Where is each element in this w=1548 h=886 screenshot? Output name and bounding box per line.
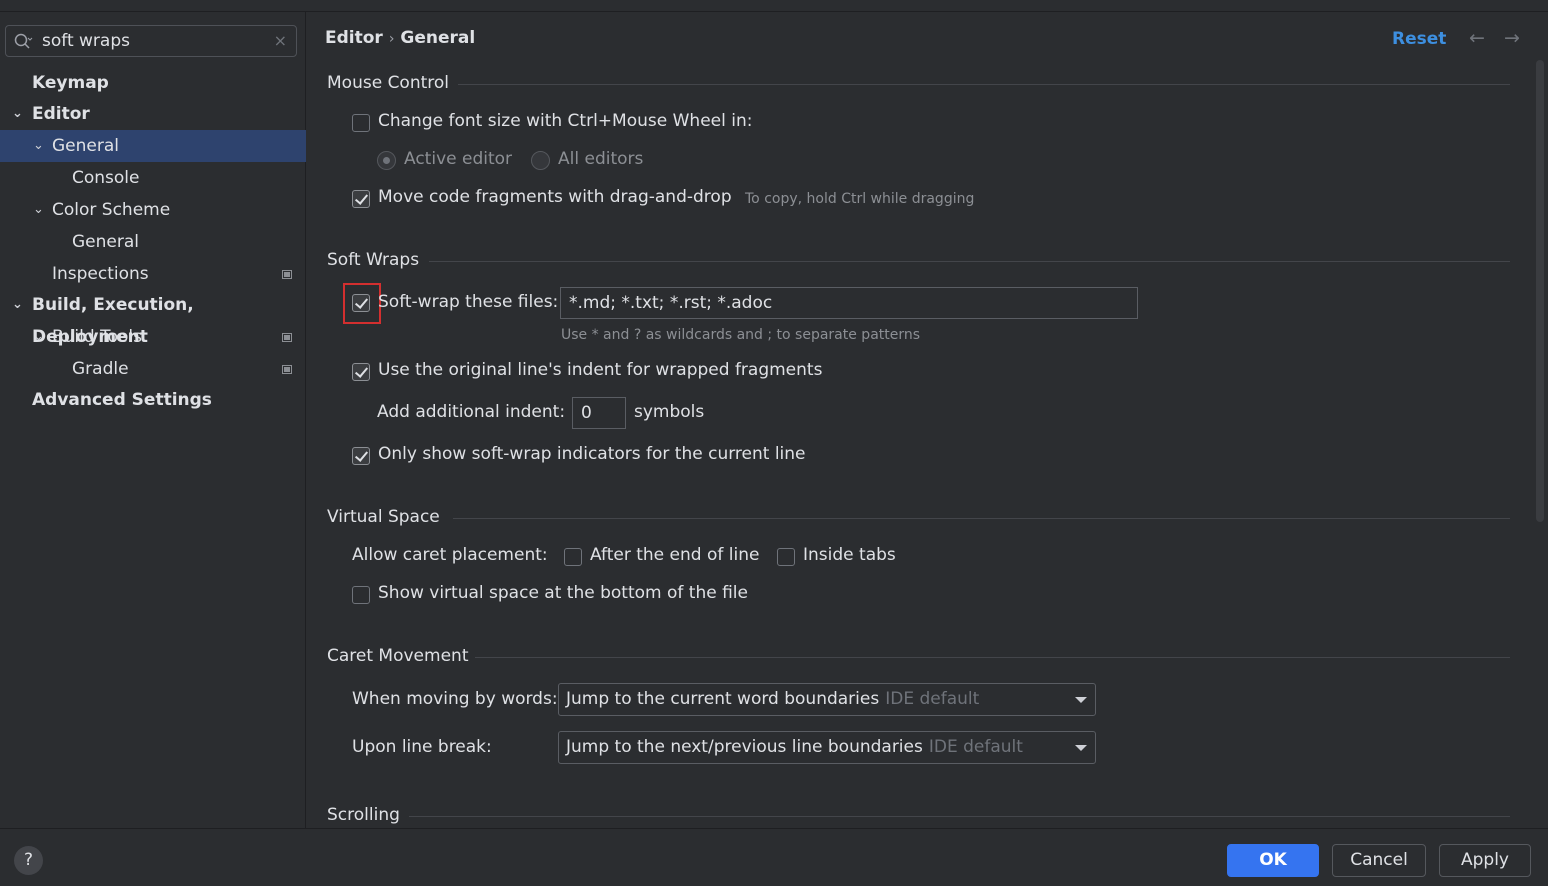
tree-item-label: Keymap xyxy=(32,73,109,93)
search-input[interactable]: soft wraps xyxy=(42,31,130,51)
tree-item-advanced-settings[interactable]: Advanced Settings xyxy=(0,384,306,416)
tree-item-label: Editor xyxy=(32,104,90,124)
indicators-checkbox[interactable] xyxy=(352,447,370,465)
font-size-wheel-checkbox[interactable] xyxy=(352,114,370,132)
line-break-dropdown[interactable]: Jump to the next/previous line boundarie… xyxy=(558,731,1096,764)
all-editors-label: All editors xyxy=(558,149,644,169)
chevron-down-icon[interactable]: ⌄ xyxy=(12,98,26,130)
section-divider xyxy=(409,816,1510,817)
section-title-mouse-control: Mouse Control xyxy=(327,73,450,93)
tree-item-gradle[interactable]: Gradle xyxy=(0,353,306,385)
breadcrumb-separator: › xyxy=(388,31,395,47)
caret-placement-label: Allow caret placement: xyxy=(352,545,548,565)
tree-item-label: Console xyxy=(72,168,140,188)
virtual-space-bottom-checkbox[interactable] xyxy=(352,586,370,604)
tree-item-label: Inspections xyxy=(52,264,149,284)
section-divider xyxy=(475,657,1510,658)
help-icon[interactable]: ? xyxy=(14,846,43,875)
additional-indent-input[interactable]: 0 xyxy=(572,397,626,429)
active-editor-label: Active editor xyxy=(404,149,513,169)
project-settings-icon xyxy=(282,333,292,342)
project-settings-icon xyxy=(282,270,292,279)
dropdown-arrow-icon xyxy=(1075,697,1087,703)
tree-item-console[interactable]: Console xyxy=(0,162,306,194)
tree-item-editor-general[interactable]: ⌄ General xyxy=(0,130,306,162)
tree-item-keymap[interactable]: Keymap xyxy=(0,67,306,99)
ok-button[interactable]: OK xyxy=(1227,844,1319,877)
breadcrumb: Editor › General xyxy=(325,28,475,48)
original-indent-label: Use the original line's indent for wrapp… xyxy=(378,360,823,380)
inside-tabs-checkbox[interactable] xyxy=(777,548,795,566)
font-size-wheel-label: Change font size with Ctrl+Mouse Wheel i… xyxy=(378,111,753,131)
apply-button[interactable]: Apply xyxy=(1439,844,1531,877)
soft-wrap-files-input[interactable]: *.md; *.txt; *.rst; *.adoc xyxy=(560,287,1138,319)
inside-tabs-label: Inside tabs xyxy=(803,545,896,565)
vertical-scrollbar[interactable] xyxy=(1536,60,1544,522)
tree-item-label: Advanced Settings xyxy=(32,390,212,410)
dialog-footer: ? OK Cancel Apply xyxy=(0,828,1548,886)
section-divider xyxy=(429,261,1510,262)
title-bar xyxy=(0,0,1548,12)
clear-search-icon[interactable]: × xyxy=(274,31,287,50)
ide-default-tag: IDE default xyxy=(928,737,1023,757)
tree-item-label: Gradle xyxy=(72,359,129,379)
indicators-label: Only show soft-wrap indicators for the c… xyxy=(378,444,806,464)
section-title-virtual-space: Virtual Space xyxy=(327,507,440,527)
project-settings-icon xyxy=(282,365,292,374)
breadcrumb-editor[interactable]: Editor xyxy=(325,28,383,48)
ide-default-tag: IDE default xyxy=(885,689,980,709)
line-break-value: Jump to the next/previous line boundarie… xyxy=(566,737,923,757)
section-divider xyxy=(453,518,1510,519)
tree-item-inspections[interactable]: Inspections xyxy=(0,258,306,290)
soft-wrap-files-hint: Use * and ? as wildcards and ; to separa… xyxy=(561,327,921,343)
tree-item-build-tools[interactable]: ⌄ Build Tools xyxy=(0,321,306,353)
settings-content: Editor › General Reset ← → Mouse Control C… xyxy=(307,12,1548,828)
line-break-label: Upon line break: xyxy=(352,737,492,757)
original-indent-checkbox[interactable] xyxy=(352,363,370,381)
section-divider xyxy=(458,84,1510,85)
tree-item-label: Build Tools xyxy=(52,327,142,347)
settings-sidebar: soft wraps × Keymap ⌄ Editor ⌄ General C… xyxy=(0,12,306,828)
tree-item-color-scheme[interactable]: ⌄ Color Scheme xyxy=(0,194,306,226)
breadcrumb-general: General xyxy=(400,28,476,48)
moving-by-words-label: When moving by words: xyxy=(352,689,558,709)
symbols-label: symbols xyxy=(634,402,705,422)
moving-by-words-value: Jump to the current word boundaries xyxy=(566,689,880,709)
section-title-soft-wraps: Soft Wraps xyxy=(327,250,420,270)
drag-drop-hint: To copy, hold Ctrl while dragging xyxy=(745,191,975,207)
section-title-scrolling: Scrolling xyxy=(327,805,400,825)
search-field[interactable]: soft wraps × xyxy=(5,25,297,57)
reset-link[interactable]: Reset xyxy=(1392,29,1446,49)
tree-item-label: General xyxy=(72,232,139,252)
soft-wrap-files-checkbox[interactable] xyxy=(352,294,370,312)
tree-item-label: Color Scheme xyxy=(52,200,171,220)
drag-drop-label: Move code fragments with drag-and-drop xyxy=(378,187,732,207)
chevron-down-icon[interactable]: ⌄ xyxy=(33,194,47,226)
back-arrow-icon[interactable]: ← xyxy=(1469,27,1485,49)
drag-drop-checkbox[interactable] xyxy=(352,190,370,208)
section-title-caret-movement: Caret Movement xyxy=(327,646,469,666)
tree-item-editor[interactable]: ⌄ Editor xyxy=(0,98,306,130)
tree-item-label: General xyxy=(52,136,119,156)
forward-arrow-icon[interactable]: → xyxy=(1504,27,1520,49)
active-editor-radio[interactable] xyxy=(377,151,396,170)
additional-indent-label: Add additional indent: xyxy=(377,402,566,422)
cancel-button[interactable]: Cancel xyxy=(1332,844,1426,877)
tree-item-color-scheme-general[interactable]: General xyxy=(0,226,306,258)
after-end-of-line-checkbox[interactable] xyxy=(564,548,582,566)
tree-item-build-execution-deployment[interactable]: ⌄ Build, Execution, Deployment xyxy=(0,289,306,347)
search-icon xyxy=(14,33,33,49)
chevron-down-icon[interactable]: ⌄ xyxy=(12,289,26,321)
soft-wrap-files-label: Soft-wrap these files: xyxy=(378,292,559,312)
after-end-of-line-label: After the end of line xyxy=(590,545,760,565)
all-editors-radio[interactable] xyxy=(531,151,550,170)
chevron-down-icon[interactable]: ⌄ xyxy=(33,321,47,353)
chevron-down-icon[interactable]: ⌄ xyxy=(33,130,47,162)
dropdown-arrow-icon xyxy=(1075,745,1087,751)
moving-by-words-dropdown[interactable]: Jump to the current word boundaries IDE d… xyxy=(558,683,1096,716)
virtual-space-bottom-label: Show virtual space at the bottom of the … xyxy=(378,583,748,603)
